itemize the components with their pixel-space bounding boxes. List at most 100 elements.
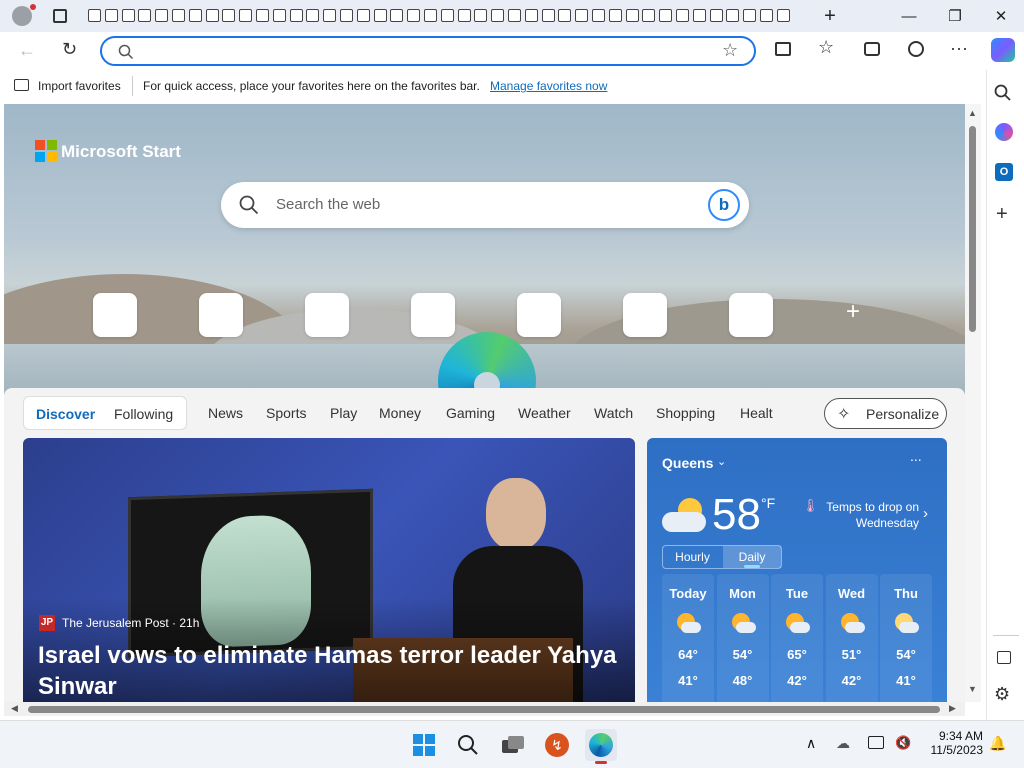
nav-watch[interactable]: Watch: [594, 405, 633, 421]
browser-tab[interactable]: [440, 9, 454, 22]
tab-discover[interactable]: Discover: [36, 406, 95, 422]
browser-tab[interactable]: [541, 9, 555, 22]
minimize-button[interactable]: —: [886, 0, 932, 32]
browser-tab[interactable]: [743, 9, 757, 22]
quick-link-tile[interactable]: [729, 293, 773, 337]
browser-tab[interactable]: [138, 9, 152, 22]
headline-card[interactable]: JP The Jerusalem Post · 21h Israel vows …: [23, 438, 635, 702]
web-search-box[interactable]: Search the web b: [221, 182, 749, 228]
collections-icon[interactable]: [864, 42, 880, 56]
new-tab-button[interactable]: +: [818, 4, 842, 28]
volume-muted-icon[interactable]: 🔇: [895, 735, 911, 751]
forecast-day[interactable]: Tue 65° 42°: [771, 574, 823, 702]
chevron-down-icon[interactable]: ⌄: [717, 455, 726, 468]
weather-unit[interactable]: °F: [761, 495, 775, 511]
quick-link-tile[interactable]: [305, 293, 349, 337]
browser-essentials-icon[interactable]: [908, 41, 924, 57]
forecast-day[interactable]: Wed 51° 42°: [825, 574, 878, 702]
headline-title[interactable]: Israel vows to eliminate Hamas terror le…: [38, 640, 618, 702]
browser-tab[interactable]: [306, 9, 320, 22]
quick-link-tile[interactable]: [199, 293, 243, 337]
forecast-day[interactable]: Today 64° 41°: [662, 574, 714, 702]
nav-sports[interactable]: Sports: [266, 405, 306, 421]
scroll-right-arrow[interactable]: ▶: [949, 703, 956, 714]
weather-alert[interactable]: Temps to drop on Wednesday: [814, 499, 919, 531]
browser-tab[interactable]: [474, 9, 488, 22]
browser-tab[interactable]: [289, 9, 303, 22]
browser-tab[interactable]: [424, 9, 437, 22]
forecast-day[interactable]: Mon 54° 48°: [716, 574, 769, 702]
scroll-down-arrow[interactable]: ▼: [968, 684, 977, 694]
sidebar-settings-gear-icon[interactable]: ⚙: [994, 684, 1010, 705]
browser-tab[interactable]: [407, 9, 421, 22]
add-quick-link-button[interactable]: +: [846, 298, 860, 326]
personalize-button[interactable]: ✧ Personalize: [824, 398, 947, 429]
onedrive-cloud-icon[interactable]: ☁: [836, 735, 850, 752]
back-arrow-icon[interactable]: ←: [18, 40, 36, 61]
add-favorite-star-icon[interactable]: ☆: [722, 40, 738, 61]
browser-tab[interactable]: [592, 9, 605, 22]
vertical-scroll-thumb[interactable]: [969, 126, 976, 332]
browser-tab[interactable]: [625, 9, 639, 22]
browser-tab[interactable]: [323, 9, 337, 22]
browser-tab[interactable]: [692, 9, 706, 22]
browser-tab[interactable]: [726, 9, 740, 22]
scroll-left-arrow[interactable]: ◀: [11, 703, 18, 714]
microsoft-365-icon[interactable]: [995, 123, 1013, 141]
address-bar[interactable]: ☆: [100, 36, 756, 66]
add-sidebar-app-icon[interactable]: +: [996, 203, 1008, 226]
browser-tab[interactable]: [676, 9, 689, 22]
browser-tab[interactable]: [508, 9, 521, 22]
favorites-star-icon[interactable]: ☆: [818, 37, 834, 58]
bing-chat-icon[interactable]: b: [708, 189, 740, 221]
browser-tab[interactable]: [121, 9, 135, 22]
more-menu-icon[interactable]: ···: [950, 38, 968, 59]
browser-tab[interactable]: [256, 9, 269, 22]
forecast-day[interactable]: Thu 54° 41°: [880, 574, 932, 702]
nav-play[interactable]: Play: [330, 405, 357, 421]
quick-link-tile[interactable]: [93, 293, 137, 337]
manage-favorites-link[interactable]: Manage favorites now: [490, 79, 607, 93]
browser-tab[interactable]: [558, 9, 572, 22]
notification-bell-icon[interactable]: 🔔: [989, 735, 1006, 752]
tab-following[interactable]: Following: [114, 406, 173, 422]
task-view-button[interactable]: [497, 729, 529, 761]
browser-tab[interactable]: [356, 9, 370, 22]
browser-tab[interactable]: [659, 9, 673, 22]
browser-tab[interactable]: [373, 9, 387, 22]
refresh-icon[interactable]: ↻: [62, 39, 77, 60]
hide-sidebar-icon[interactable]: [997, 651, 1011, 664]
browser-tab[interactable]: [457, 9, 471, 22]
scroll-up-arrow[interactable]: ▲: [968, 108, 977, 118]
nav-shopping[interactable]: Shopping: [656, 405, 715, 421]
profile-avatar[interactable]: [12, 6, 32, 26]
browser-tab[interactable]: [524, 9, 538, 22]
edge-taskbar-button[interactable]: [585, 729, 617, 764]
browser-tab[interactable]: [222, 9, 236, 22]
nav-gaming[interactable]: Gaming: [446, 405, 495, 421]
browser-tab[interactable]: [188, 9, 202, 22]
horizontal-scrollbar[interactable]: ◀ ▶: [4, 702, 965, 716]
quick-link-tile[interactable]: [623, 293, 667, 337]
weather-card[interactable]: Queens ⌄ ... 58 °F 🌡 Temps to drop on We…: [647, 438, 947, 702]
workspaces-icon[interactable]: [53, 9, 67, 23]
close-window-button[interactable]: ✕: [978, 0, 1024, 32]
weather-location[interactable]: Queens: [662, 455, 713, 471]
network-icon[interactable]: [868, 736, 884, 749]
outlook-icon[interactable]: O: [995, 163, 1013, 181]
weather-more-button[interactable]: ...: [910, 448, 922, 464]
quick-link-tile[interactable]: [517, 293, 561, 337]
brand-title[interactable]: Microsoft Start: [61, 142, 181, 162]
browser-tab[interactable]: [272, 9, 286, 22]
browser-tab[interactable]: [88, 9, 101, 22]
nav-money[interactable]: Money: [379, 405, 421, 421]
horizontal-scroll-thumb[interactable]: [28, 706, 940, 713]
browser-tab[interactable]: [340, 9, 353, 22]
import-favorites-button[interactable]: Import favorites: [38, 79, 121, 93]
browser-tab[interactable]: [104, 9, 118, 22]
chevron-right-icon[interactable]: ›: [923, 505, 928, 522]
browser-tab[interactable]: [642, 9, 656, 22]
browser-tab[interactable]: [155, 9, 169, 22]
nav-weather[interactable]: Weather: [518, 405, 571, 421]
browser-tab[interactable]: [205, 9, 219, 22]
